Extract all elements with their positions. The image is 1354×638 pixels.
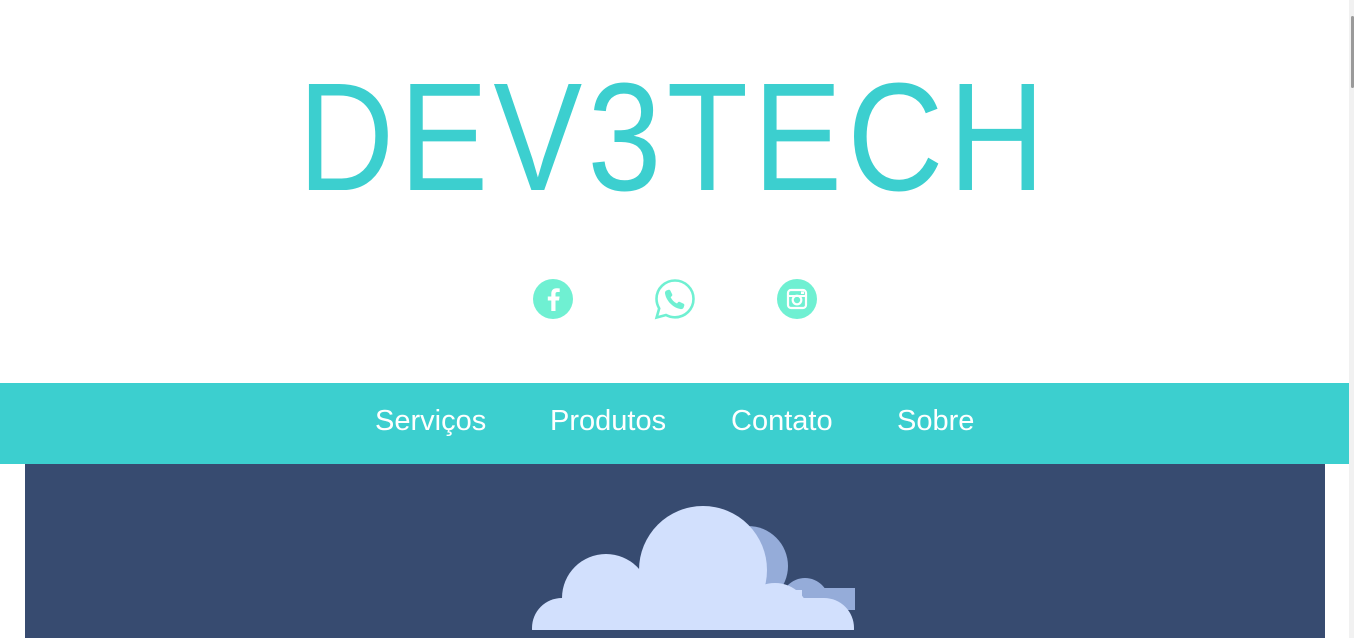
vertical-scrollbar[interactable] bbox=[1349, 0, 1354, 638]
brand-logo-text: DEV3TECH bbox=[298, 72, 1050, 196]
svg-text:DEV3TECH: DEV3TECH bbox=[298, 72, 1050, 196]
facebook-icon[interactable] bbox=[532, 278, 574, 320]
page: DEV3TECH Serviços Produtos Contato Sobre bbox=[0, 0, 1354, 638]
whatsapp-icon[interactable] bbox=[654, 278, 696, 320]
instagram-icon[interactable] bbox=[776, 278, 818, 320]
nav-item-sobre[interactable]: Sobre bbox=[897, 403, 974, 439]
nav-item-contato[interactable]: Contato bbox=[731, 403, 833, 439]
hero-banner bbox=[25, 464, 1325, 638]
cloud-icon bbox=[532, 506, 855, 630]
main-nav: Serviços Produtos Contato Sobre bbox=[0, 383, 1349, 464]
nav-item-produtos[interactable]: Produtos bbox=[550, 403, 666, 439]
brand-logo[interactable]: DEV3TECH bbox=[296, 72, 1052, 196]
nav-item-servicos[interactable]: Serviços bbox=[375, 403, 486, 439]
social-links bbox=[532, 278, 822, 320]
